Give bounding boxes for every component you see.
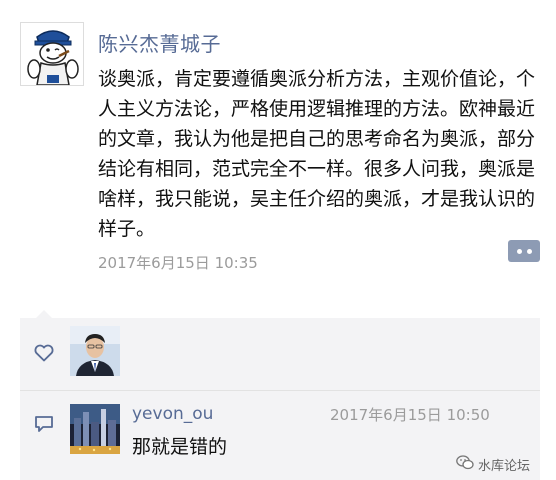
post-timestamp: 2017年6月15日 10:35 xyxy=(98,254,258,272)
commenter-avatar[interactable] xyxy=(70,404,120,454)
interaction-divider xyxy=(20,390,540,391)
comment-text: 那就是错的 xyxy=(132,436,228,458)
comment-timestamp: 2017年6月15日 10:50 xyxy=(330,406,490,424)
comment-bubble-icon xyxy=(34,415,54,437)
more-dots-icon xyxy=(516,248,522,254)
wechat-icon xyxy=(456,455,474,474)
watermark-text: 水库论坛 xyxy=(478,459,531,474)
more-button[interactable] xyxy=(508,240,540,262)
post-text: 谈奥派，肯定要遵循奥派分析方法，主观价值论，个人主义方法论，严格使用逻辑推理的方… xyxy=(98,68,536,240)
more-dots-icon xyxy=(526,248,532,254)
heart-outline-icon xyxy=(34,344,54,366)
popeye-cartoon-icon xyxy=(21,23,83,85)
interaction-caret xyxy=(36,310,52,318)
commenter-name[interactable]: yevon_ou xyxy=(132,404,213,424)
author-name[interactable]: 陈兴杰菁城子 xyxy=(98,28,221,57)
city-night-icon xyxy=(70,404,120,454)
author-avatar[interactable] xyxy=(20,22,84,86)
person-photo-icon xyxy=(70,326,120,376)
watermark: 水库论坛 xyxy=(456,455,530,474)
liker-avatar[interactable] xyxy=(70,326,120,376)
